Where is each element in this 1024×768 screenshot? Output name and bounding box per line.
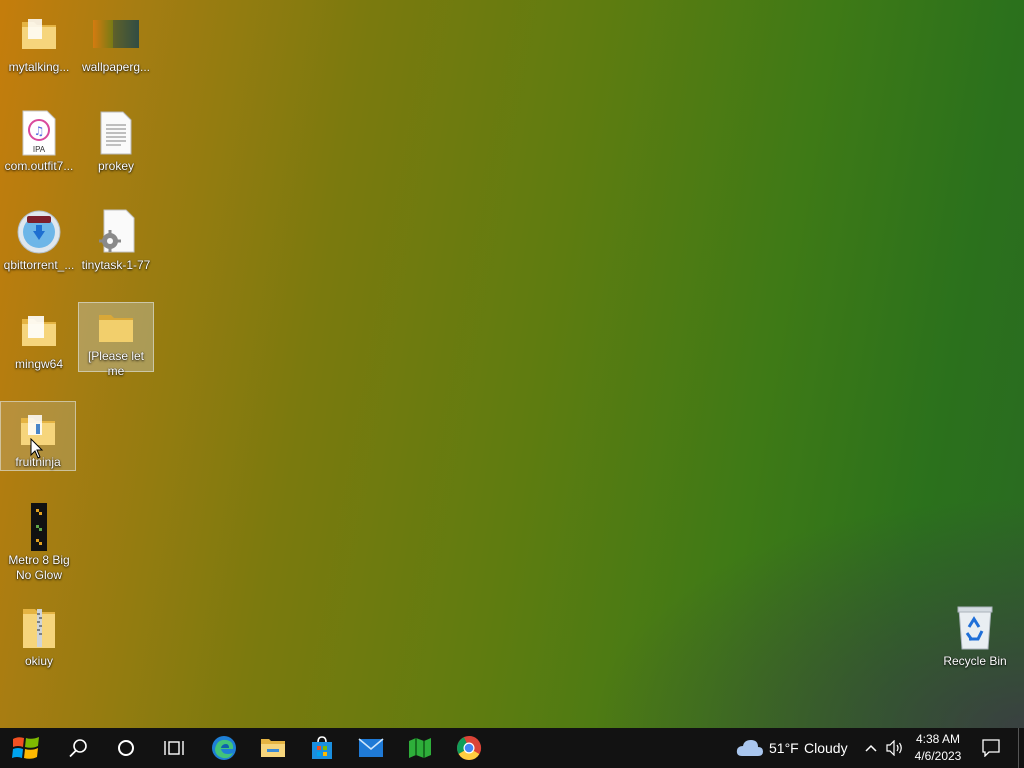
desktop-icon-mingw64[interactable]: mingw64 bbox=[1, 303, 77, 372]
desktop-icon-mytalking[interactable]: mytalking... bbox=[1, 6, 77, 75]
desktop-icon-please-let-me[interactable]: [Please let me bbox=[78, 302, 154, 378]
folder-icon bbox=[15, 10, 63, 58]
task-view-button[interactable] bbox=[150, 728, 198, 768]
itunes-ipa-file-icon: ♫ IPA bbox=[15, 109, 63, 157]
desktop-icon-qbittorrent[interactable]: qbittorrent_... bbox=[1, 204, 77, 273]
task-view-icon bbox=[164, 741, 184, 755]
speaker-volume-icon bbox=[886, 740, 902, 756]
desktop-icon-tinytask[interactable]: tinytask-1-77 bbox=[78, 204, 154, 273]
clock-button[interactable]: 4:38 AM 4/6/2023 bbox=[906, 728, 970, 768]
desktop-icon-label: prokey bbox=[97, 159, 135, 173]
cortana-button[interactable] bbox=[102, 728, 150, 768]
recycle-bin-icon bbox=[951, 604, 999, 652]
cortana-circle-icon bbox=[118, 740, 134, 756]
desktop-icon-label: mingw64 bbox=[14, 357, 64, 371]
svg-text:IPA: IPA bbox=[33, 145, 46, 154]
desktop-icon-prokey[interactable]: prokey bbox=[78, 105, 154, 174]
text-file-icon bbox=[92, 109, 140, 157]
desktop[interactable]: mytalking... wallpaperg... ♫ IPA com.out… bbox=[0, 0, 1024, 728]
notification-icon bbox=[982, 739, 1000, 757]
desktop-icon-label: okiuy bbox=[24, 654, 53, 668]
windows-logo-icon bbox=[12, 737, 39, 759]
weather-widget[interactable]: 51°F Cloudy bbox=[734, 728, 854, 768]
store-bag-icon bbox=[312, 736, 332, 759]
desktop-icon-metro8[interactable]: Metro 8 Big No Glow bbox=[1, 499, 77, 583]
desktop-icon-label: [Please let me bbox=[87, 349, 145, 378]
taskbar-app-green-map[interactable] bbox=[396, 728, 444, 768]
taskbar-app-chrome[interactable] bbox=[445, 728, 493, 768]
desktop-icon-label: Recycle Bin bbox=[943, 654, 1007, 668]
clock-time: 4:38 AM bbox=[915, 732, 961, 746]
volume-button[interactable] bbox=[884, 728, 906, 768]
desktop-icon-label: qbittorrent_... bbox=[3, 258, 75, 272]
start-button[interactable] bbox=[2, 728, 50, 768]
desktop-icon-label: Metro 8 Big No Glow bbox=[8, 553, 70, 582]
image-thumbnail-icon bbox=[92, 10, 140, 58]
installer-globe-icon bbox=[15, 208, 63, 256]
search-button[interactable] bbox=[54, 728, 102, 768]
green-grid-app-icon bbox=[409, 738, 431, 758]
mail-envelope-icon bbox=[358, 738, 384, 757]
desktop-icon-label: com.outfit7... bbox=[4, 159, 74, 173]
folder-icon bbox=[92, 307, 140, 347]
desktop-icon-okiuy[interactable]: okiuy bbox=[1, 600, 77, 669]
desktop-icon-ipa[interactable]: ♫ IPA com.outfit7... bbox=[1, 105, 77, 174]
clock-date: 4/6/2023 bbox=[914, 749, 962, 763]
show-hidden-icons-button[interactable] bbox=[860, 728, 882, 768]
folder-icon bbox=[15, 307, 63, 355]
taskbar-app-mail[interactable] bbox=[347, 728, 395, 768]
folder-icon bbox=[14, 406, 62, 453]
desktop-icon-recycle-bin[interactable]: Recycle Bin bbox=[937, 600, 1013, 669]
settings-file-icon bbox=[92, 208, 140, 256]
show-desktop-button[interactable] bbox=[1018, 728, 1024, 768]
chrome-browser-icon bbox=[457, 736, 482, 761]
weather-condition: Cloudy bbox=[804, 740, 848, 756]
desktop-icon-wallpaperg[interactable]: wallpaperg... bbox=[78, 6, 154, 75]
desktop-icon-label: fruitninja bbox=[15, 455, 61, 469]
svg-text:♫: ♫ bbox=[34, 124, 45, 138]
cursor-pack-icon bbox=[15, 503, 63, 551]
chevron-up-icon bbox=[865, 744, 877, 752]
desktop-icon-label: mytalking... bbox=[8, 60, 70, 74]
cloud-icon bbox=[736, 740, 763, 756]
weather-temperature: 51°F bbox=[769, 740, 799, 756]
zip-folder-icon bbox=[15, 604, 63, 652]
edge-browser-icon bbox=[212, 736, 236, 760]
taskbar-app-edge[interactable] bbox=[200, 728, 248, 768]
taskbar-app-file-explorer[interactable] bbox=[249, 728, 297, 768]
desktop-icon-label: wallpaperg... bbox=[81, 60, 151, 74]
search-icon bbox=[69, 739, 87, 758]
desktop-icon-fruitninja[interactable]: fruitninja bbox=[0, 401, 76, 471]
action-center-button[interactable] bbox=[968, 728, 1014, 768]
taskbar-app-store[interactable] bbox=[298, 728, 346, 768]
file-explorer-icon bbox=[261, 739, 285, 757]
taskbar: 51°F Cloudy 4:38 AM 4/6/2023 bbox=[0, 728, 1024, 768]
desktop-icon-label: tinytask-1-77 bbox=[81, 258, 151, 272]
